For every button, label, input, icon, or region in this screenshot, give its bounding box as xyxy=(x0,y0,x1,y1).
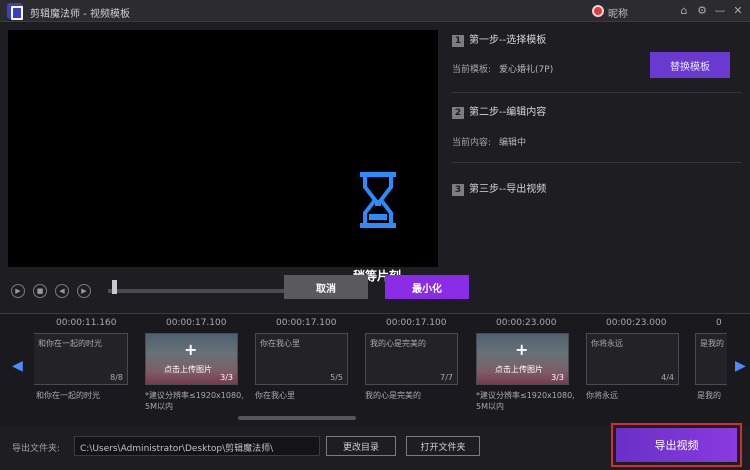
current-template: 当前模板: 爱心婚礼(7P) xyxy=(452,62,553,75)
cancel-button[interactable]: 取消 xyxy=(284,275,368,299)
export-video-button[interactable]: 导出视频 xyxy=(616,428,737,462)
current-template-value: 爱心婚礼(7P) xyxy=(499,65,554,75)
current-content-label: 当前内容: xyxy=(452,138,492,148)
divider xyxy=(452,92,742,93)
resolution-hint: *建议分辨率≤1920x1080, 5M以内 xyxy=(145,390,244,412)
image-clip-card[interactable]: + 点击上传图片 3/3 xyxy=(145,333,238,385)
step3-title: 3 第三步--导出视频 xyxy=(452,180,546,196)
avatar[interactable] xyxy=(592,5,604,17)
close-icon[interactable]: ✕ xyxy=(730,3,746,19)
gear-icon[interactable]: ⚙ xyxy=(694,3,710,19)
step3-title-text: 第三步--导出视频 xyxy=(469,184,547,195)
clip-count: 3/3 xyxy=(551,373,564,382)
clip-below-text: 你将永远 xyxy=(586,391,618,400)
clip-card[interactable]: 你将永远 4/4 xyxy=(586,333,679,385)
time-label: 00:00:23.000 xyxy=(496,318,557,328)
play-icon[interactable]: ▶ xyxy=(11,284,25,298)
hourglass-icon xyxy=(360,172,396,228)
current-content-value: 编辑中 xyxy=(499,138,527,148)
title-bar: 剪辑魔法师 - 视频模板 昵称 ⌂ ⚙ — ✕ xyxy=(0,0,750,22)
clip-count: 8/8 xyxy=(110,373,123,382)
step1-number: 1 xyxy=(452,35,464,47)
time-label: 0 xyxy=(716,318,722,328)
upload-image-label: 点击上传图片 xyxy=(164,365,212,374)
minimize-icon[interactable]: — xyxy=(712,3,728,19)
next-icon[interactable]: ▶ xyxy=(77,284,91,298)
stop-icon[interactable]: ■ xyxy=(33,284,47,298)
plus-icon: + xyxy=(515,340,529,359)
clip-count: 3/3 xyxy=(220,373,233,382)
time-label: 00:00:23.000 xyxy=(606,318,667,328)
steps-panel: 1 第一步--选择模板 当前模板: 爱心婚礼(7P) 替换模板 2 第二步--编辑内容… xyxy=(446,28,750,313)
time-label: 00:00:17.100 xyxy=(276,318,337,328)
prev-icon[interactable]: ◀ xyxy=(55,284,69,298)
clip-card[interactable]: 是我的 xyxy=(695,333,727,385)
step3-number: 3 xyxy=(452,184,464,196)
resolution-hint-line2: 5M以内 xyxy=(476,402,504,411)
step1-title: 1 第一步--选择模板 xyxy=(452,31,546,47)
clip-timeline: 00:00:11.160 00:00:17.100 00:00:17.100 0… xyxy=(0,313,750,425)
step2-number: 2 xyxy=(452,107,464,119)
resolution-hint-line1: *建议分辨率≤1920x1080, xyxy=(145,391,244,400)
current-content: 当前内容: 编辑中 xyxy=(452,135,526,148)
seek-handle[interactable] xyxy=(112,280,117,294)
step1-title-text: 第一步--选择模板 xyxy=(469,35,547,46)
timeline-scrollbar[interactable] xyxy=(238,416,356,420)
clip-below-text: 你在我心里 xyxy=(255,391,295,400)
clip-caption: 我的心是完美的 xyxy=(370,339,426,348)
scroll-left-icon[interactable]: ◀ xyxy=(12,358,23,374)
clip-count: 5/5 xyxy=(330,373,343,382)
time-label: 00:00:17.100 xyxy=(386,318,447,328)
clip-count: 7/7 xyxy=(440,373,453,382)
divider xyxy=(452,162,742,163)
step2-title-text: 第二步--编辑内容 xyxy=(469,107,547,118)
clip-caption: 是我的 xyxy=(700,339,724,348)
clip-card[interactable]: 和你在一起的时光 8/8 xyxy=(34,333,128,385)
image-clip-card[interactable]: + 点击上传图片 3/3 xyxy=(476,333,569,385)
resolution-hint-line1: *建议分辨率≤1920x1080, xyxy=(476,391,575,400)
seek-bar[interactable] xyxy=(108,289,288,293)
clip-card[interactable]: 我的心是完美的 7/7 xyxy=(365,333,458,385)
upload-image-label: 点击上传图片 xyxy=(495,365,543,374)
output-folder-label: 导出文件夹: xyxy=(12,444,61,454)
output-path-field[interactable]: C:\Users\Administrator\Desktop\剪辑魔法师\ xyxy=(74,436,320,456)
player-controls: ▶ ■ ◀ ▶ 0 xyxy=(8,276,438,304)
change-directory-button[interactable]: 更改目录 xyxy=(326,436,396,456)
video-preview: 稍等片刻... xyxy=(8,30,438,283)
step2-title: 2 第二步--编辑内容 xyxy=(452,103,546,119)
clip-card[interactable]: 你在我心里 5/5 xyxy=(255,333,348,385)
resolution-hint-line2: 5M以内 xyxy=(145,402,173,411)
clip-caption: 你将永远 xyxy=(591,339,623,348)
time-label: 00:00:17.100 xyxy=(166,318,227,328)
app-logo-icon xyxy=(7,3,23,20)
clip-caption: 和你在一起的时光 xyxy=(38,339,102,348)
replace-template-button[interactable]: 替换模板 xyxy=(650,52,730,78)
scroll-right-icon[interactable]: ▶ xyxy=(735,358,746,374)
clip-below-text: 我的心是完美的 xyxy=(365,391,421,400)
export-highlight: 导出视频 xyxy=(611,423,742,467)
open-folder-button[interactable]: 打开文件夹 xyxy=(406,436,480,456)
time-label: 00:00:11.160 xyxy=(56,318,117,328)
window-title: 剪辑魔法师 - 视频模板 xyxy=(30,9,130,20)
clip-count: 4/4 xyxy=(661,373,674,382)
current-template-label: 当前模板: xyxy=(452,65,492,75)
plus-icon: + xyxy=(184,340,198,359)
clip-caption: 你在我心里 xyxy=(260,339,300,348)
resolution-hint: *建议分辨率≤1920x1080, 5M以内 xyxy=(476,390,575,412)
home-icon[interactable]: ⌂ xyxy=(676,3,692,19)
clip-below-text: 和你在一起的时光 xyxy=(36,391,100,400)
clip-below-text: 是我的 xyxy=(697,391,721,400)
user-name[interactable]: 昵称 xyxy=(608,5,628,20)
